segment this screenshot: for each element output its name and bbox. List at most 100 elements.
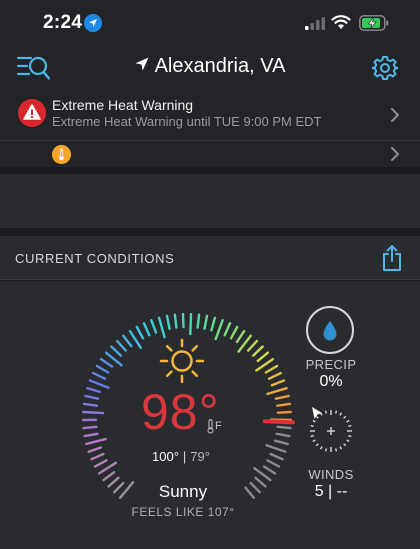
gauge-tick [110,345,123,357]
compass-tick [312,419,316,423]
gauge-tick [196,313,201,329]
compass-tick [324,448,327,452]
winds-value: 5 | -- [314,483,348,500]
gauge-tick [181,312,185,329]
gauge-tick [266,459,281,468]
gauge-tick [115,339,128,352]
compass-tick [310,424,314,427]
gauge-tick [203,314,209,330]
compass-tick [343,443,347,447]
gauge-tick [266,386,288,396]
temperature-unit: F [215,420,222,432]
gauge-tick [82,402,99,407]
warning-icon [18,99,46,127]
gauge-tick [135,325,145,340]
gauge-tick [84,394,100,400]
gauge-tick [90,452,105,461]
gauge-tick [210,316,217,332]
gauge-tick [274,394,290,400]
section-title: CURRENT CONDITIONS [15,251,175,266]
compass-tick [346,419,350,423]
status-bar: 2:24 [0,0,420,46]
cellular-signal-icon [305,17,325,30]
wind-compass-icon [310,407,352,452]
alert-row-extreme-heat[interactable]: Extreme Heat Warning Extreme Heat Warnin… [0,90,420,140]
divider [0,167,420,174]
gauge-tick [91,371,107,380]
gauge-tick [86,386,102,394]
precip-gauge [306,306,354,354]
gear-icon[interactable] [372,55,398,81]
gauge-tick [189,312,193,336]
gauge-tick [142,322,151,337]
chevron-right-icon [391,147,399,161]
gauge-tick [270,379,286,387]
high-temp: 100° [152,449,179,464]
alert-title: Extreme Heat Warning [52,97,194,113]
gauge-tick [246,339,259,352]
gauge-tick [157,316,166,339]
location-services-icon [84,14,102,32]
gauge-tick [276,425,292,430]
gauge-tick [214,319,224,341]
compass-tick [335,410,338,414]
gauge-tick [267,371,282,380]
gauge-tick [235,329,246,344]
wifi-icon [331,15,351,29]
gauge-tick [85,437,107,446]
gauge-tick [256,351,270,363]
compass-tick [315,443,319,447]
compass-tick [339,446,343,450]
gauge-tick [264,364,279,374]
gauge-tick [273,439,289,446]
compass-tick [315,415,319,419]
empty-panel [0,174,420,228]
feels-like: FEELS LIKE 107° [131,505,235,519]
gauge-tick [223,322,232,337]
compass-tick [348,424,352,427]
battery-charging-icon [359,15,389,31]
gauge-current-marker [262,419,295,425]
gauge-tick [229,325,239,340]
gauge-tick [83,432,99,438]
compass-tick [346,439,350,443]
alert-detail: Extreme Heat Warning until TUE 9:00 PM E… [52,114,322,129]
chevron-right-icon [391,108,399,122]
share-icon[interactable] [381,244,403,272]
raindrop-icon [323,321,337,341]
compass-tick [310,435,314,438]
precip-label: PRECIP [305,357,357,372]
gauge-tick [251,345,264,357]
compass-tick [335,448,338,452]
gauge-tick [102,471,116,482]
compass-tick [339,412,343,416]
compass-tick [348,435,352,438]
gauge-tick [265,443,287,453]
city-name: Alexandria, VA [154,55,286,77]
gauge-tick [95,364,110,374]
divider [0,228,420,236]
gauge-tick [87,446,103,453]
low-temp: 79° [190,449,210,464]
gauge-tick [269,452,284,461]
high-low: 100° | 79° [152,449,210,464]
gauge-tick [122,334,133,348]
sun-icon [159,338,205,384]
gauge-tick [93,459,108,468]
location-title[interactable]: Alexandria, VA [0,55,420,78]
gauge-tick [82,425,98,430]
gauge-tick [173,313,178,329]
precip-value: 0% [319,373,343,390]
thermometer-icon [52,145,71,164]
separator: | [182,449,187,464]
compass-tick [343,415,347,419]
alert-row-heat-advisory[interactable] [0,140,420,167]
app-header: Alexandria, VA [0,46,420,90]
gauge-tick [88,379,110,389]
gauge-tick [275,432,291,438]
current-conditions-panel: 98° F 100° | 79° Sunny FEELS LIKE 107° PRE… [0,281,420,549]
gauge-tick [262,465,277,475]
gauge-tick [150,319,158,334]
compass-tick [319,446,323,450]
gauge-tick [276,402,292,407]
